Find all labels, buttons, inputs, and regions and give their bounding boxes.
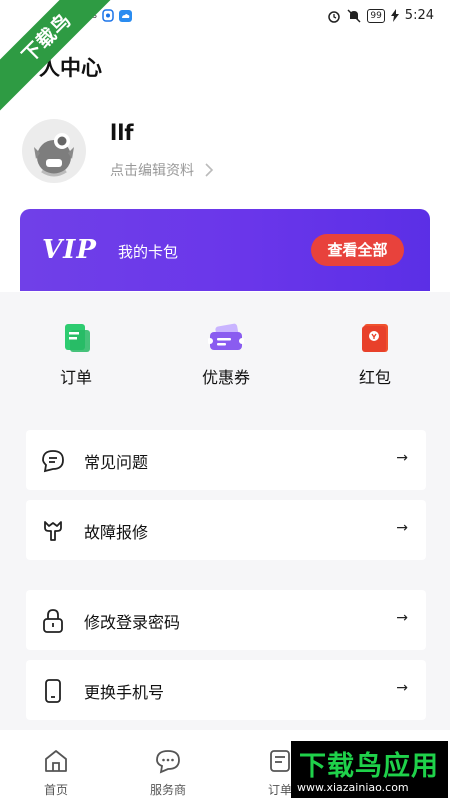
arrow-right-icon: →	[396, 450, 408, 466]
menu-item-faq[interactable]: 常见问题 →	[26, 430, 426, 490]
nav-service[interactable]: 服务商	[138, 748, 198, 798]
phone-icon	[45, 679, 61, 703]
menu-item-label: 常见问题	[84, 453, 149, 472]
watermark-url: www.xiazainiao.com	[297, 781, 409, 794]
menu-item-repair[interactable]: 故障报修 →	[26, 500, 426, 560]
watermark-logo-text: 下载鸟应用	[299, 751, 439, 782]
arrow-right-icon: →	[396, 680, 408, 696]
service-chat-icon	[156, 750, 180, 774]
nav-label: 服务商	[149, 783, 186, 797]
battery-indicator: 99	[367, 8, 385, 23]
username: llf	[110, 121, 134, 145]
view-all-button[interactable]: 查看全部	[311, 234, 404, 266]
menu-item-label: 更换手机号	[84, 683, 165, 702]
nav-label: 首页	[43, 783, 68, 797]
cloud-icon	[119, 9, 133, 22]
avatar[interactable]	[22, 119, 86, 183]
wrench-icon	[44, 521, 62, 541]
coupon-icon	[208, 323, 244, 350]
menu-item-label: 修改登录密码	[84, 613, 181, 632]
quick-action-orders[interactable]: 订单	[26, 322, 126, 388]
nav-home[interactable]: 首页	[26, 748, 86, 798]
quick-action-label: 红包	[358, 368, 391, 387]
quick-action-red-envelope[interactable]: 红包	[325, 322, 425, 388]
menu-item-change-password[interactable]: 修改登录密码 →	[26, 590, 426, 650]
arrow-right-icon: →	[396, 520, 408, 536]
vip-card-title: 我的卡包	[118, 243, 179, 261]
vip-card[interactable]: VIP 我的卡包 查看全部	[20, 209, 430, 291]
status-right: 99 5:24	[327, 8, 434, 23]
chat-bubble-icon	[42, 450, 64, 473]
lock-icon	[43, 609, 63, 633]
red-envelope-icon	[362, 324, 388, 352]
watermark-bottom: 下载鸟应用 www.xiazainiao.com	[291, 741, 448, 798]
edit-profile-link[interactable]: 点击编辑资料	[110, 160, 214, 180]
charging-icon	[390, 9, 399, 22]
mute-icon	[347, 8, 361, 23]
edit-profile-label: 点击编辑资料	[110, 163, 194, 179]
status-time: 5:24	[404, 8, 434, 23]
document-icon	[65, 324, 90, 352]
quick-action-coupons[interactable]: 优惠券	[176, 322, 276, 388]
vip-logo: VIP	[42, 235, 97, 265]
quick-action-label: 优惠券	[201, 368, 250, 387]
menu-item-label: 故障报修	[84, 523, 149, 542]
order-icon	[270, 750, 290, 772]
menu-item-change-phone[interactable]: 更换手机号 →	[26, 660, 426, 720]
home-icon	[45, 750, 67, 772]
chevron-right-icon	[205, 163, 214, 177]
shield-icon	[102, 9, 114, 22]
quick-action-label: 订单	[59, 368, 92, 387]
avatar-robot-icon	[34, 133, 74, 177]
arrow-right-icon: →	[396, 610, 408, 626]
alarm-icon	[328, 10, 341, 23]
